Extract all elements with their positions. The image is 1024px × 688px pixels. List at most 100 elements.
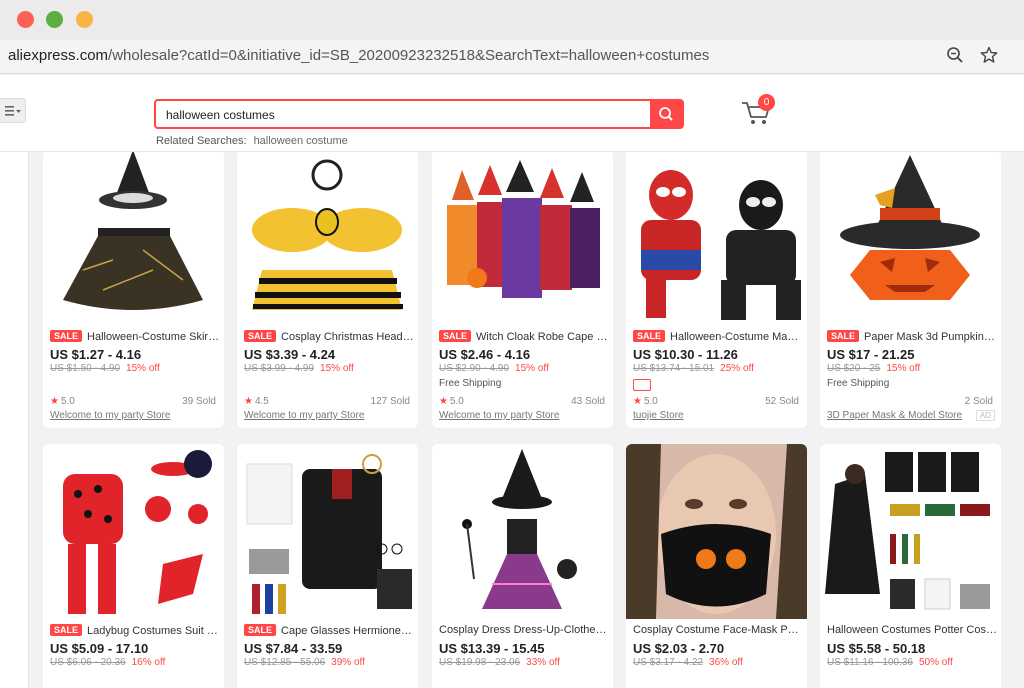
product-card[interactable]: Cosplay Costume Face-Mask Pumpkin US $2.0… (626, 444, 807, 688)
product-image[interactable] (43, 444, 224, 619)
product-image[interactable] (820, 444, 1001, 619)
bookmark-star-icon[interactable] (978, 46, 1000, 68)
product-card[interactable]: SALE Cosplay Christmas Headband Bee Wings… (237, 150, 418, 428)
discount-percent: 36% off (709, 657, 743, 668)
product-title[interactable]: Halloween Costumes Potter Costume Robe (827, 624, 997, 636)
original-price: US $2.90 - 4.90 (439, 363, 510, 374)
product-image[interactable] (432, 150, 613, 325)
original-price-row: US $1.50 - 4.90 15% off (50, 363, 160, 374)
product-card[interactable]: SALE Ladybug Costumes Suit Xmas Kids US $5… (43, 444, 224, 688)
product-price: US $1.27 - 4.16 (50, 347, 142, 362)
coupon-icon (633, 379, 651, 391)
product-rating: ★ 5.0 (633, 396, 658, 407)
original-price: US $11.16 - 100.36 (827, 657, 913, 668)
original-price: US $6.06 - 20.36 (50, 657, 126, 668)
product-card[interactable]: SALE Halloween-Costume Skirt Tutu Witch H… (43, 150, 224, 428)
star-icon: ★ (633, 396, 642, 407)
sale-badge: SALE (50, 330, 83, 342)
search-input[interactable] (166, 106, 636, 124)
store-link[interactable]: Welcome to my party Store (244, 410, 364, 421)
product-title-row[interactable]: SALE Ladybug Costumes Suit Xmas Kids (50, 624, 220, 637)
product-card[interactable]: Cosplay Dress Dress-Up-Clothes Witch US $… (432, 444, 613, 688)
url-path: /wholesale?catId=0&initiative_id=SB_2020… (108, 47, 710, 64)
store-link[interactable]: tuojie Store (633, 410, 684, 421)
related-label: Related Searches: (156, 135, 247, 147)
product-image[interactable] (626, 444, 807, 619)
zoom-window-button[interactable] (76, 11, 93, 28)
cart-count-badge: 0 (758, 94, 775, 111)
product-price: US $5.58 - 50.18 (827, 641, 926, 656)
product-title[interactable]: Cosplay Dress Dress-Up-Clothes Witch (439, 624, 609, 636)
product-title[interactable]: Witch Cloak Robe Cape Hat Kids (476, 331, 609, 343)
site-header: Related Searches: halloween costume 0 (0, 75, 1024, 152)
sold-count: 52 Sold (765, 396, 799, 407)
url-text[interactable]: aliexpress.com/wholesale?catId=0&initiat… (8, 47, 709, 64)
star-icon: ★ (50, 396, 59, 407)
discount-percent: 15% off (515, 363, 549, 374)
product-title[interactable]: Ladybug Costumes Suit Xmas Kids (87, 625, 220, 637)
sold-count: 2 Sold (964, 396, 993, 407)
store-link[interactable]: Welcome to my party Store (439, 410, 559, 421)
product-card[interactable]: Halloween Costumes Potter Costume Robe US… (820, 444, 1001, 688)
product-title[interactable]: Paper Mask 3d Pumpkin Witch Hat (864, 331, 997, 343)
title-bar (0, 0, 1024, 40)
product-image[interactable] (626, 150, 807, 325)
search-icon (659, 107, 673, 121)
sale-badge: SALE (244, 624, 277, 636)
product-title[interactable]: Halloween-Costume Skirt Tutu Witch Hat (87, 331, 220, 343)
browser-window: aliexpress.com/wholesale?catId=0&initiat… (0, 0, 1024, 688)
product-title[interactable]: Cosplay Costume Face-Mask Pumpkin (633, 624, 803, 636)
close-window-button[interactable] (17, 11, 34, 28)
product-title-row[interactable]: Cosplay Dress Dress-Up-Clothes Witch (439, 624, 609, 636)
ad-badge: AD (975, 410, 995, 421)
store-link[interactable]: 3D Paper Mask & Model Store (827, 410, 962, 421)
original-price-row: US $19.98 - 23.06 33% off (439, 657, 560, 668)
original-price-row: US $20 - 25 15% off (827, 363, 920, 374)
product-image[interactable] (43, 150, 224, 325)
sold-count: 127 Sold (370, 396, 410, 407)
search-button[interactable] (650, 101, 682, 127)
product-price: US $2.03 - 2.70 (633, 641, 725, 656)
product-title-row[interactable]: SALE Cosplay Christmas Headband Bee Wings (244, 330, 414, 343)
product-price: US $13.39 - 15.45 (439, 641, 545, 656)
original-price-row: US $6.06 - 20.36 16% off (50, 657, 165, 668)
product-card[interactable]: SALE Cape Glasses Hermione-Scarf Robe US $… (237, 444, 418, 688)
product-title-row[interactable]: Cosplay Costume Face-Mask Pumpkin (633, 624, 803, 636)
sale-badge: SALE (633, 330, 666, 342)
product-image[interactable] (432, 444, 613, 619)
zoom-icon[interactable] (944, 46, 966, 68)
product-card[interactable]: SALE Witch Cloak Robe Cape Hat Kids US $2.… (432, 150, 613, 428)
minimize-window-button[interactable] (46, 11, 63, 28)
product-title-row[interactable]: SALE Paper Mask 3d Pumpkin Witch Hat (827, 330, 997, 343)
product-rating: ★ 4.5 (244, 396, 269, 407)
product-image[interactable] (820, 150, 1001, 325)
category-menu-button[interactable] (0, 98, 26, 123)
product-title[interactable]: Cosplay Christmas Headband Bee Wings (281, 331, 414, 343)
product-card[interactable]: SALE Paper Mask 3d Pumpkin Witch Hat US $1… (820, 150, 1001, 428)
product-price: US $17 - 21.25 (827, 347, 915, 362)
product-image[interactable] (237, 150, 418, 325)
original-price-row: US $3.17 - 4.22 36% off (633, 657, 743, 668)
sold-count: 43 Sold (571, 396, 605, 407)
related-search-link[interactable]: halloween costume (254, 135, 348, 147)
product-price: US $10.30 - 11.26 (633, 347, 738, 362)
product-image[interactable] (237, 444, 418, 619)
store-link[interactable]: Welcome to my party Store (50, 410, 170, 421)
url-host: aliexpress.com (8, 47, 109, 64)
address-bar[interactable]: aliexpress.com/wholesale?catId=0&initiat… (0, 40, 1024, 74)
product-title[interactable]: Cape Glasses Hermione-Scarf Robe (281, 625, 414, 637)
product-title-row[interactable]: SALE Halloween-Costume Skirt Tutu Witch H… (50, 330, 220, 343)
product-title[interactable]: Halloween-Costume Mask Spider Suit (670, 331, 803, 343)
product-title-row[interactable]: Halloween Costumes Potter Costume Robe (827, 624, 997, 636)
product-card[interactable]: SALE Halloween-Costume Mask Spider Suit US… (626, 150, 807, 428)
product-price: US $2.46 - 4.16 (439, 347, 531, 362)
sale-badge: SALE (50, 624, 83, 636)
sale-badge: SALE (827, 330, 860, 342)
product-rating: ★ 5.0 (50, 396, 75, 407)
original-price-row: US $2.90 - 4.90 15% off (439, 363, 549, 374)
discount-percent: 33% off (526, 657, 560, 668)
product-title-row[interactable]: SALE Cape Glasses Hermione-Scarf Robe (244, 624, 414, 637)
product-title-row[interactable]: SALE Witch Cloak Robe Cape Hat Kids (439, 330, 609, 343)
discount-percent: 39% off (331, 657, 365, 668)
product-title-row[interactable]: SALE Halloween-Costume Mask Spider Suit (633, 330, 803, 343)
